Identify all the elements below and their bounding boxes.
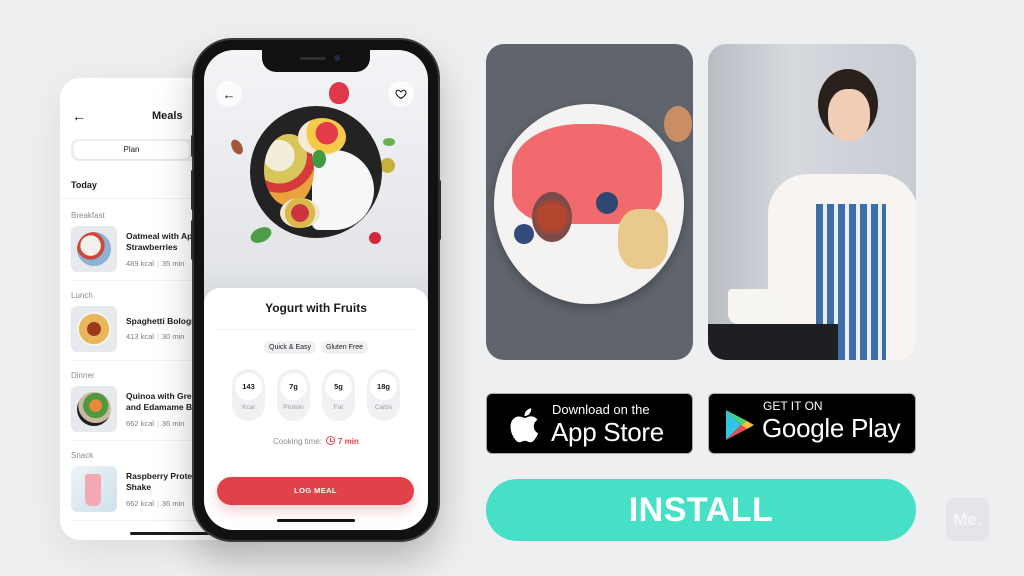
nutrition-label: Carbs	[374, 404, 393, 411]
meal-detail-card: Yogurt with Fruits Quick & Easy Gluten F…	[204, 288, 428, 530]
apple-icon	[510, 408, 539, 443]
cooking-time-value: 7 min	[338, 437, 359, 446]
meal-thumbnail	[71, 386, 117, 432]
nutrition-value: 143	[235, 373, 262, 400]
clock-icon	[326, 436, 335, 445]
nutrition-fat: 5g Fat	[322, 369, 355, 421]
arrow-left-icon: ←	[222, 86, 236, 102]
meal-kcal: 413 kcal	[126, 332, 154, 341]
nutrition-protein: 7g Protein	[277, 369, 310, 421]
brand-logo: Me.	[946, 498, 989, 541]
nutrition-facts: 143 Kcal 7g Protein 5g Fat 18g Carbs	[204, 369, 428, 421]
nutrition-kcal: 143 Kcal	[232, 369, 265, 421]
nutrition-label: Protein	[283, 404, 304, 411]
google-play-button[interactable]: GET IT ON Google Play	[708, 393, 916, 454]
meal-meta: 489 kcal | 35 min	[126, 259, 185, 268]
meal-detail-screen: ← Yogurt with Fruits Quick & Easy Gluten…	[204, 50, 428, 530]
app-store-button[interactable]: Download on the App Store	[486, 393, 693, 454]
front-camera	[334, 55, 340, 61]
section-label-breakfast: Breakfast	[71, 211, 105, 220]
meal-meta: 662 kcal | 36 min	[126, 419, 185, 428]
meal-kcal: 662 kcal	[126, 499, 154, 508]
favorite-button[interactable]	[388, 81, 414, 107]
tag-gluten-free: Gluten Free	[321, 341, 368, 354]
meal-kcal: 662 kcal	[126, 419, 154, 428]
back-arrow-icon[interactable]: ←	[72, 108, 86, 124]
phone-mockup: ← Yogurt with Fruits Quick & Easy Gluten…	[191, 40, 441, 540]
cooking-time: Cooking time: 7 min	[204, 436, 428, 446]
meal-time: 36 min	[161, 499, 185, 508]
meal-time: 35 min	[161, 259, 185, 268]
meals-title: Meals	[152, 110, 183, 122]
speaker	[300, 57, 326, 60]
heart-icon	[395, 89, 407, 100]
mute-switch	[191, 135, 194, 157]
section-label-snack: Snack	[71, 451, 94, 460]
nutrition-value: 7g	[280, 373, 307, 400]
meal-thumbnail	[71, 226, 117, 272]
meal-meta: 662 kcal | 36 min	[126, 499, 185, 508]
cooking-time-label: Cooking time:	[273, 437, 322, 446]
nutrition-label: Kcal	[242, 404, 255, 411]
photo-woman-cooking	[708, 44, 916, 360]
google-play-small-text: GET IT ON	[763, 399, 823, 413]
photo-yogurt-bowl	[486, 44, 693, 360]
back-button[interactable]: ←	[216, 81, 242, 107]
meal-thumbnail	[71, 306, 117, 352]
home-indicator	[277, 519, 355, 522]
power-button	[438, 180, 441, 240]
log-meal-button[interactable]: LOG MEAL	[217, 477, 414, 505]
tag-list: Quick & Easy Gluten Free	[204, 341, 428, 354]
google-play-icon	[726, 410, 754, 440]
divider	[214, 329, 418, 330]
volume-up-button	[191, 170, 194, 210]
segment-plan[interactable]: Plan	[74, 141, 189, 159]
section-label-dinner: Dinner	[71, 371, 95, 380]
google-play-big-text: Google Play	[762, 413, 901, 443]
meal-time: 30 min	[161, 332, 185, 341]
nutrition-value: 18g	[370, 373, 397, 400]
home-indicator	[130, 532, 210, 535]
nutrition-value: 5g	[325, 373, 352, 400]
app-store-small-text: Download on the	[552, 402, 650, 417]
nutrition-label: Fat	[333, 404, 344, 411]
meal-meta: 413 kcal | 30 min	[126, 332, 185, 341]
today-heading: Today	[71, 180, 97, 190]
volume-down-button	[191, 220, 194, 260]
dish-title: Yogurt with Fruits	[265, 301, 367, 315]
meal-kcal: 489 kcal	[126, 259, 154, 268]
notch	[262, 50, 370, 72]
app-store-big-text: App Store	[551, 417, 664, 447]
meal-time: 36 min	[161, 419, 185, 428]
meal-thumbnail	[71, 466, 117, 512]
install-button[interactable]: INSTALL	[486, 479, 916, 541]
tag-quick-easy: Quick & Easy	[264, 341, 317, 354]
nutrition-carbs: 18g Carbs	[367, 369, 400, 421]
section-label-lunch: Lunch	[71, 291, 93, 300]
